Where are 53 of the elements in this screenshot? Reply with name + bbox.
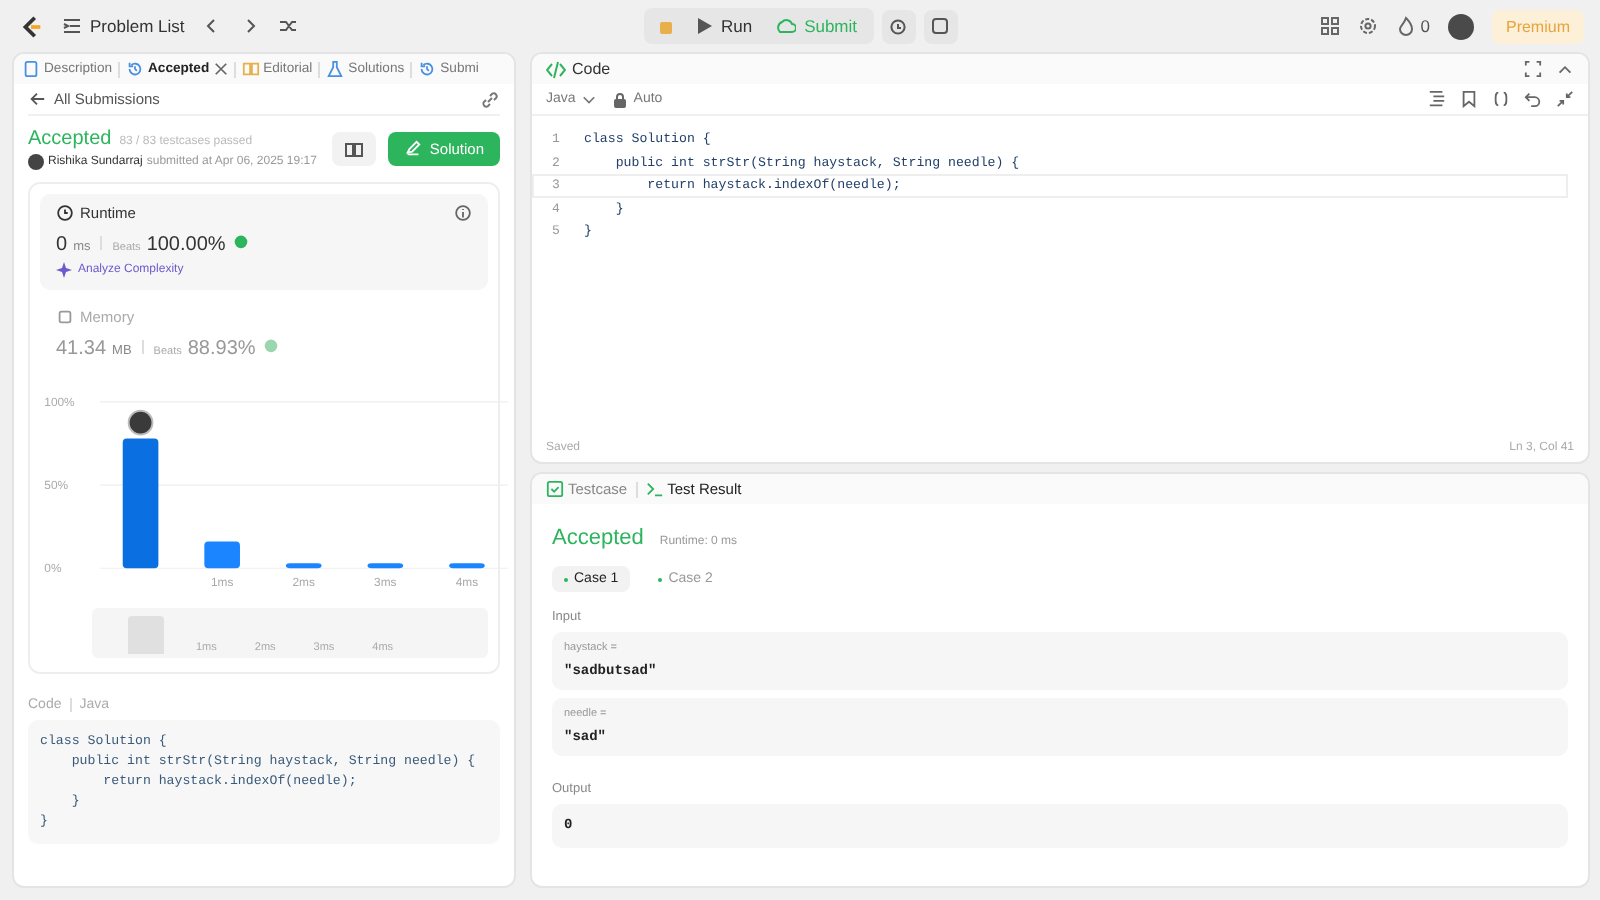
chevron-down-icon[interactable] (581, 92, 596, 106)
sparkle-icon (56, 262, 72, 278)
document-icon (22, 60, 40, 78)
notes-button[interactable] (923, 9, 958, 43)
bar[interactable] (285, 563, 322, 569)
avatar[interactable] (1447, 13, 1474, 39)
alarm-clock-icon (888, 16, 909, 36)
format-icon[interactable] (1428, 90, 1446, 108)
runtime-beats: 100.00% (146, 234, 226, 256)
shuffle-icon[interactable] (278, 16, 299, 36)
code-icon (546, 59, 566, 79)
checkbox-icon (546, 480, 564, 498)
fullscreen-icon[interactable] (1524, 60, 1542, 78)
book-button[interactable] (331, 132, 376, 166)
result-status: Accepted (552, 526, 644, 550)
shrink-icon[interactable] (1556, 90, 1574, 108)
book-icon (241, 60, 260, 78)
bookmark-icon[interactable] (1460, 90, 1478, 108)
list-icon (62, 16, 82, 36)
runtime-value: 0 (56, 234, 68, 256)
back-arrow-icon[interactable] (28, 90, 46, 108)
undo-icon[interactable] (1524, 90, 1542, 108)
settings-icon[interactable] (1358, 16, 1379, 36)
memory-value: 41.34 (56, 338, 107, 360)
problem-list-link[interactable]: Problem List (90, 16, 185, 36)
user-avatar (28, 154, 44, 170)
user-avatar (127, 409, 154, 436)
layout-icon[interactable] (1320, 16, 1341, 36)
close-icon[interactable] (213, 62, 228, 76)
lock-icon (611, 91, 628, 107)
edit-icon (403, 140, 422, 158)
history-icon (418, 60, 437, 78)
braces-icon[interactable] (1492, 90, 1510, 108)
flask-icon (326, 60, 345, 78)
cloud-upload-icon (776, 16, 797, 36)
link-icon[interactable] (480, 89, 500, 109)
memory-beats: 88.93% (187, 338, 256, 360)
info-icon[interactable] (454, 204, 472, 222)
book-icon (343, 139, 364, 159)
run-button[interactable]: Run (692, 12, 757, 40)
bar[interactable] (449, 563, 485, 569)
play-icon (696, 18, 713, 34)
bar[interactable] (122, 438, 159, 569)
status-text: Accepted (28, 128, 112, 150)
terminal-icon (645, 480, 664, 498)
timer-button[interactable] (881, 9, 916, 43)
history-icon (126, 60, 144, 78)
panel-title: Code (572, 60, 611, 78)
bar[interactable] (367, 563, 404, 569)
clock-icon (56, 204, 74, 222)
collapse-icon[interactable] (1556, 60, 1574, 78)
streak-count: 0 (1420, 16, 1430, 36)
logo-icon[interactable] (18, 13, 44, 39)
